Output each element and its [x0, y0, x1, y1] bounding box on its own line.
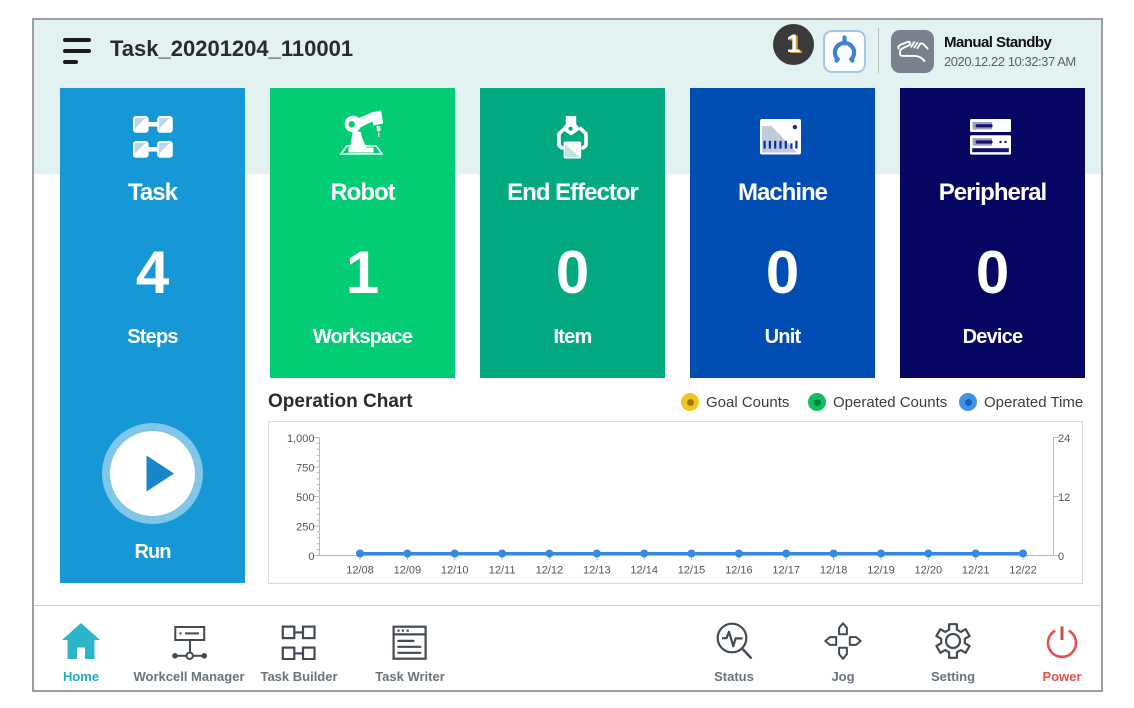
svg-text:12/17: 12/17 [772, 565, 800, 577]
svg-text:12/15: 12/15 [678, 565, 706, 577]
svg-text:12/08: 12/08 [346, 565, 374, 577]
svg-text:12/11: 12/11 [489, 565, 516, 577]
svg-text:0: 0 [308, 551, 314, 563]
svg-text:12/19: 12/19 [867, 565, 895, 577]
svg-text:12/20: 12/20 [915, 565, 943, 577]
svg-text:12/18: 12/18 [820, 565, 848, 577]
svg-text:0: 0 [1058, 551, 1064, 563]
svg-text:12/10: 12/10 [441, 565, 469, 577]
svg-text:12/16: 12/16 [725, 565, 753, 577]
svg-text:12/13: 12/13 [583, 565, 611, 577]
svg-text:12/22: 12/22 [1009, 565, 1037, 577]
svg-text:12/09: 12/09 [394, 565, 422, 577]
svg-text:12/14: 12/14 [630, 565, 658, 577]
svg-text:1,000: 1,000 [287, 433, 315, 445]
svg-text:500: 500 [296, 492, 314, 504]
svg-text:12/12: 12/12 [536, 565, 564, 577]
svg-text:750: 750 [296, 463, 314, 475]
svg-text:250: 250 [296, 522, 314, 534]
svg-text:12: 12 [1058, 492, 1070, 504]
svg-text:12/21: 12/21 [962, 565, 990, 577]
svg-text:24: 24 [1058, 433, 1070, 445]
